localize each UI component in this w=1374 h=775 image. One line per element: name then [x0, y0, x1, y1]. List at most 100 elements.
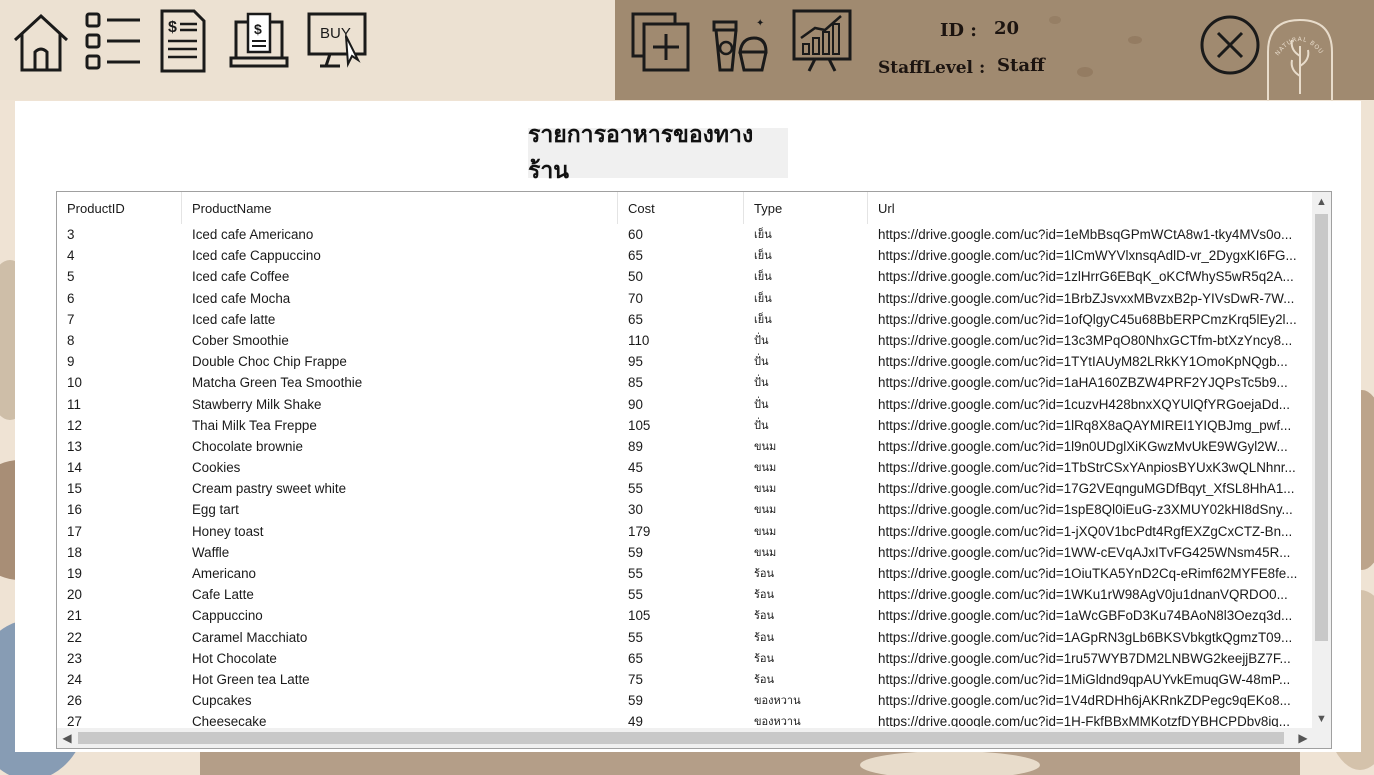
invoice-button[interactable]: $ [152, 8, 214, 74]
cell-cost[interactable]: 110 [618, 330, 744, 351]
table-row[interactable]: 27 Cheesecake 49 ของหวาน https://drive.googl… [57, 711, 1313, 727]
table-row[interactable]: 11 Stawberry Milk Shake 90 ปั่น https://driv… [57, 394, 1313, 415]
add-product-button[interactable] [630, 8, 692, 74]
home-button[interactable] [10, 8, 72, 74]
cell-cost[interactable]: 45 [618, 457, 744, 478]
cell-productid[interactable]: 22 [57, 627, 182, 648]
cell-productid[interactable]: 24 [57, 669, 182, 690]
cell-productname[interactable]: Iced cafe Americano [182, 224, 618, 245]
table-row[interactable]: 8 Cober Smoothie 110 ปั่น https://drive.goog… [57, 330, 1313, 351]
column-header-productname[interactable]: ProductName [182, 192, 618, 224]
cell-cost[interactable]: 179 [618, 521, 744, 542]
cell-type[interactable]: เย็น [744, 266, 868, 287]
cell-cost[interactable]: 65 [618, 648, 744, 669]
cell-url[interactable]: https://drive.google.com/uc?id=1BrbZJsvx… [868, 288, 1313, 309]
cell-url[interactable]: https://drive.google.com/uc?id=1TYtIAUyM… [868, 351, 1313, 372]
cell-url[interactable]: https://drive.google.com/uc?id=1WKu1rW98… [868, 584, 1313, 605]
product-grid[interactable]: ProductID ProductName Cost Type Url 3 Iced ca… [56, 191, 1332, 749]
cell-url[interactable]: https://drive.google.com/uc?id=1AGpRN3gL… [868, 627, 1313, 648]
scroll-down-icon[interactable]: ▼ [1312, 709, 1331, 729]
cell-cost[interactable]: 59 [618, 542, 744, 563]
cell-cost[interactable]: 75 [618, 669, 744, 690]
cell-productid[interactable]: 16 [57, 499, 182, 520]
table-row[interactable]: 16 Egg tart 30 ขนม https://drive.google.com/… [57, 499, 1313, 520]
cell-productid[interactable]: 5 [57, 266, 182, 287]
cell-url[interactable]: https://drive.google.com/uc?id=1WW-cEVqA… [868, 542, 1313, 563]
table-row[interactable]: 5 Iced cafe Coffee 50 เย็น https://drive.goo… [57, 266, 1313, 287]
table-row[interactable]: 26 Cupcakes 59 ของหวาน https://drive.google.… [57, 690, 1313, 711]
cell-type[interactable]: ของหวาน [744, 690, 868, 711]
cell-productname[interactable]: Matcha Green Tea Smoothie [182, 372, 618, 393]
cell-productname[interactable]: Cheesecake [182, 711, 618, 727]
table-row[interactable]: 15 Cream pastry sweet white 55 ขนม https://d… [57, 478, 1313, 499]
cell-type[interactable]: ขนม [744, 521, 868, 542]
table-row[interactable]: 18 Waffle 59 ขนม https://drive.google.com/uc… [57, 542, 1313, 563]
cell-cost[interactable]: 60 [618, 224, 744, 245]
cell-productid[interactable]: 11 [57, 394, 182, 415]
cell-productid[interactable]: 18 [57, 542, 182, 563]
cell-cost[interactable]: 55 [618, 627, 744, 648]
vertical-scroll-thumb[interactable] [1315, 214, 1328, 641]
cell-productid[interactable]: 26 [57, 690, 182, 711]
cell-cost[interactable]: 30 [618, 499, 744, 520]
cell-productname[interactable]: Cafe Latte [182, 584, 618, 605]
horizontal-scrollbar[interactable]: ◀ ▶ [57, 728, 1313, 748]
cell-type[interactable]: ขนม [744, 457, 868, 478]
horizontal-scroll-thumb[interactable] [78, 732, 1284, 744]
cell-productid[interactable]: 12 [57, 415, 182, 436]
cell-productid[interactable]: 20 [57, 584, 182, 605]
cell-productid[interactable]: 3 [57, 224, 182, 245]
table-row[interactable]: 10 Matcha Green Tea Smoothie 85 ปั่น https:/… [57, 372, 1313, 393]
cell-cost[interactable]: 55 [618, 563, 744, 584]
cell-productname[interactable]: Americano [182, 563, 618, 584]
cell-productid[interactable]: 4 [57, 245, 182, 266]
cell-type[interactable]: ร้อน [744, 648, 868, 669]
table-row[interactable]: 12 Thai Milk Tea Freppe 105 ปั่น https://dri… [57, 415, 1313, 436]
cell-productid[interactable]: 8 [57, 330, 182, 351]
cell-type[interactable]: เย็น [744, 224, 868, 245]
table-row[interactable]: 3 Iced cafe Americano 60 เย็น https://drive.… [57, 224, 1313, 245]
cell-productid[interactable]: 21 [57, 605, 182, 626]
cell-url[interactable]: https://drive.google.com/uc?id=1lCmWYVlx… [868, 245, 1313, 266]
cell-url[interactable]: https://drive.google.com/uc?id=1ofQlgyC4… [868, 309, 1313, 330]
cell-productname[interactable]: Iced cafe Mocha [182, 288, 618, 309]
cell-url[interactable]: https://drive.google.com/uc?id=1l9n0UDgl… [868, 436, 1313, 457]
menu-items-button[interactable]: ✦ [708, 8, 770, 74]
cell-type[interactable]: ขนม [744, 478, 868, 499]
close-button[interactable] [1199, 12, 1261, 78]
table-row[interactable]: 21 Cappuccino 105 ร้อน https://drive.google.… [57, 605, 1313, 626]
cell-productname[interactable]: Stawberry Milk Shake [182, 394, 618, 415]
cell-cost[interactable]: 95 [618, 351, 744, 372]
scroll-up-icon[interactable]: ▲ [1312, 192, 1331, 212]
cell-type[interactable]: ขนม [744, 436, 868, 457]
cell-productname[interactable]: Cober Smoothie [182, 330, 618, 351]
cell-type[interactable]: ร้อน [744, 605, 868, 626]
table-row[interactable]: 13 Chocolate brownie 89 ขนม https://drive.go… [57, 436, 1313, 457]
cell-type[interactable]: ร้อน [744, 627, 868, 648]
table-row[interactable]: 20 Cafe Latte 55 ร้อน https://drive.google.c… [57, 584, 1313, 605]
cell-cost[interactable]: 89 [618, 436, 744, 457]
cell-url[interactable]: https://drive.google.com/uc?id=1spE8Ql0i… [868, 499, 1313, 520]
cell-url[interactable]: https://drive.google.com/uc?id=1V4dRDHh6… [868, 690, 1313, 711]
cell-url[interactable]: https://drive.google.com/uc?id=1aHA160ZB… [868, 372, 1313, 393]
buy-button[interactable]: BUY [306, 8, 368, 74]
cell-url[interactable]: https://drive.google.com/uc?id=17G2VEqng… [868, 478, 1313, 499]
table-row[interactable]: 14 Cookies 45 ขนม https://drive.google.com/u… [57, 457, 1313, 478]
cell-url[interactable]: https://drive.google.com/uc?id=1TbStrCSx… [868, 457, 1313, 478]
table-row[interactable]: 19 Americano 55 ร้อน https://drive.google.co… [57, 563, 1313, 584]
cell-url[interactable]: https://drive.google.com/uc?id=1OiuTKA5Y… [868, 563, 1313, 584]
cell-productid[interactable]: 17 [57, 521, 182, 542]
cell-type[interactable]: เย็น [744, 245, 868, 266]
cell-productid[interactable]: 23 [57, 648, 182, 669]
cell-productname[interactable]: Iced cafe latte [182, 309, 618, 330]
cell-productname[interactable]: Cupcakes [182, 690, 618, 711]
column-header-type[interactable]: Type [744, 192, 868, 224]
scroll-left-icon[interactable]: ◀ [57, 728, 77, 748]
cell-url[interactable]: https://drive.google.com/uc?id=1-jXQ0V1b… [868, 521, 1313, 542]
list-button[interactable] [82, 8, 144, 74]
cell-productname[interactable]: Cream pastry sweet white [182, 478, 618, 499]
table-row[interactable]: 24 Hot Green tea Latte 75 ร้อน https://drive… [57, 669, 1313, 690]
cell-url[interactable]: https://drive.google.com/uc?id=1aWcGBFoD… [868, 605, 1313, 626]
table-row[interactable]: 22 Caramel Macchiato 55 ร้อน https://drive.g… [57, 627, 1313, 648]
cell-type[interactable]: ปั่น [744, 415, 868, 436]
